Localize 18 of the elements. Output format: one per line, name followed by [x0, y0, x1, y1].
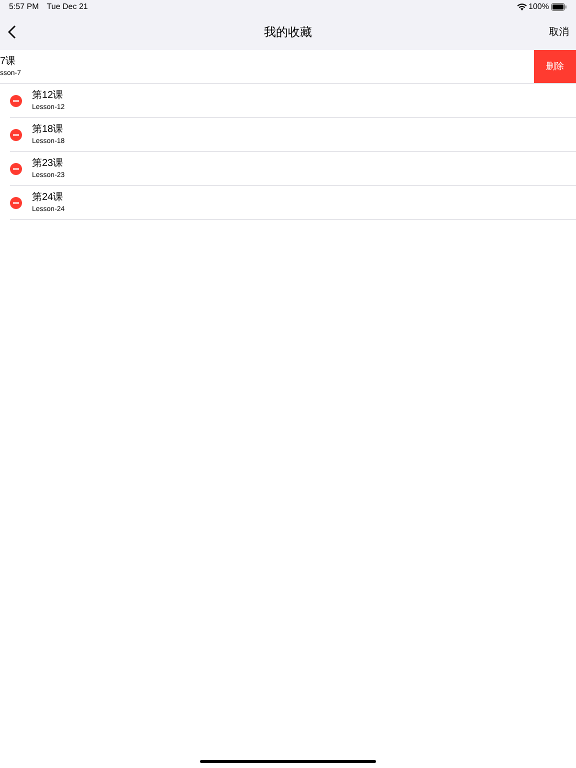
- remove-icon[interactable]: [10, 129, 22, 141]
- chevron-left-icon: [8, 25, 16, 39]
- battery-percent: 100%: [528, 1, 549, 13]
- status-time: 5:57 PM: [9, 1, 39, 13]
- battery-icon: [551, 3, 567, 11]
- page-title: 我的收藏: [264, 24, 312, 41]
- delete-button[interactable]: 删除: [534, 50, 576, 83]
- status-date: Tue Dec 21: [46, 1, 88, 13]
- lesson-title: 第23课: [32, 159, 64, 169]
- cancel-button[interactable]: 取消: [549, 25, 569, 40]
- remove-icon[interactable]: [10, 163, 22, 175]
- lesson-title: 第24课: [32, 193, 64, 203]
- lesson-title: 第18课: [32, 125, 64, 135]
- wifi-icon: [516, 3, 527, 11]
- remove-icon[interactable]: [10, 197, 22, 209]
- remove-icon[interactable]: [10, 95, 22, 107]
- lesson-title: 7课: [0, 57, 17, 67]
- lesson-title: 第12课: [32, 91, 64, 101]
